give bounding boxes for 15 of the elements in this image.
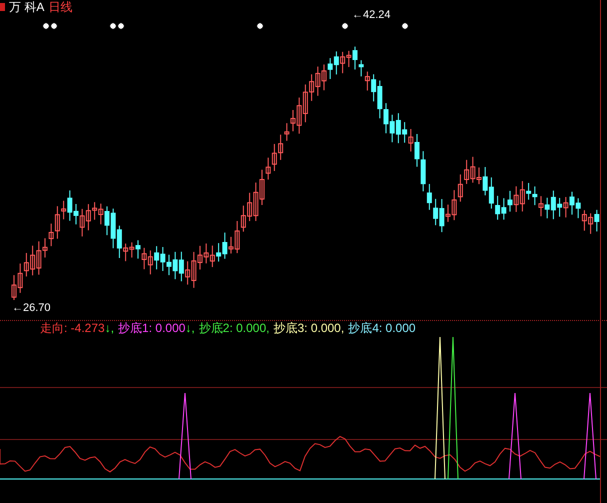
indicator-value: 抄底4: 0.000 xyxy=(348,322,416,334)
indicator-value: 抄底1: 0.000 xyxy=(118,322,186,334)
period-label: 日线 xyxy=(48,1,72,13)
indicator-value: 抄底3: 0.000, xyxy=(273,322,344,334)
trend-arrow: ↓, xyxy=(185,322,195,334)
stock-name: 万 科A xyxy=(9,1,44,13)
indicator-value: 走向: -4.273 xyxy=(40,322,105,334)
indicator-square-icon xyxy=(0,3,5,11)
trend-arrow: ↓, xyxy=(104,322,114,334)
signal-star-icon xyxy=(256,22,264,30)
high-price-label: ←42.24 xyxy=(352,10,391,21)
indicator-value: 抄底2: 0.000, xyxy=(198,322,270,334)
signal-star-icon xyxy=(341,22,349,30)
low-price-label: ←26.70 xyxy=(12,303,51,314)
signal-star-icon xyxy=(401,22,409,30)
